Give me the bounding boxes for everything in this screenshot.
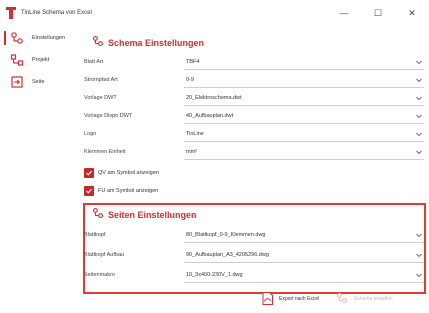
field-underline: [184, 159, 424, 160]
field-value: 20_Elektroschema.dwt: [186, 95, 242, 101]
field-klemmen-einheit[interactable]: Klemmen Einheit mm²: [84, 146, 424, 160]
field-value: mm²: [186, 149, 197, 155]
sidebar-item-seite[interactable]: Seite: [0, 72, 74, 92]
field-label: Seitenmakro: [84, 272, 115, 278]
main-panel: Schema Einstellungen Blatt Art TBF4 Stro…: [74, 26, 429, 313]
export-excel-label: Export nach Excel: [279, 296, 320, 302]
field-underline: [184, 242, 424, 243]
field-logo[interactable]: Logo TinLine: [84, 128, 424, 142]
chevron-down-icon[interactable]: [415, 251, 423, 259]
sidebar-item-label: Projekt: [32, 57, 50, 63]
field-vorlage-dispo-dwt[interactable]: Vorlage Dispo DWT 40_Aufbauplan.dwt: [84, 110, 424, 124]
seiten-section-title: Seiten Einstellungen: [108, 210, 197, 220]
field-underline: [184, 105, 424, 106]
app-logo-icon: [6, 7, 16, 19]
chevron-down-icon[interactable]: [415, 130, 423, 138]
field-strompfad-art[interactable]: Strompfad Art 0-9: [84, 74, 424, 88]
schema-section-title: Schema Einstellungen: [108, 38, 205, 48]
export-excel-button[interactable]: Export nach Excel: [262, 291, 320, 307]
field-label: Logo: [84, 131, 97, 137]
sidebar-item-label: Seite: [32, 79, 45, 85]
title-bar: TinLine Schema von Excel — ☐ ✕: [0, 0, 429, 26]
field-vorlage-dwt[interactable]: Vorlage DWT 20_Elektroschema.dwt: [84, 92, 424, 106]
field-label: Blattkopf Aufbau: [84, 252, 125, 258]
seiten-section-header: Seiten Einstellungen: [92, 206, 197, 224]
nodes-disabled-icon: [336, 292, 348, 306]
field-label: Blatt Art: [84, 59, 104, 65]
chevron-down-icon[interactable]: [415, 231, 423, 239]
field-label: Klemmen Einheit: [84, 149, 126, 155]
window-controls: — ☐ ✕: [327, 0, 429, 26]
field-blattkopf[interactable]: Blattkopf 80_Blattkopf_0-9_Klemmen.dwg: [84, 229, 424, 243]
field-seitenmakro[interactable]: Seitenmakro 10_3x400-230V_1.dwg: [84, 269, 424, 283]
chevron-down-icon[interactable]: [415, 76, 423, 84]
field-underline: [184, 69, 424, 70]
checkbox-label: QV am Symbol anzeigen: [98, 170, 159, 176]
field-blattkopf-aufbau[interactable]: Blattkopf Aufbau 90_Aufbauplan_A3_420529…: [84, 249, 424, 263]
field-value: 90_Aufbauplan_A3_4205296.dwg: [186, 252, 269, 258]
chevron-down-icon[interactable]: [415, 148, 423, 156]
project-tree-icon: [10, 53, 24, 67]
chevron-down-icon[interactable]: [415, 112, 423, 120]
field-underline: [184, 262, 424, 263]
create-schema-label: Schema erstellen: [354, 296, 393, 302]
page-arrow-icon: [10, 75, 24, 89]
maximize-button[interactable]: ☐: [361, 0, 395, 26]
chevron-down-icon[interactable]: [415, 271, 423, 279]
field-label: Vorlage DWT: [84, 95, 117, 101]
checkbox-fu-symbol[interactable]: FU am Symbol anzeigen: [84, 185, 158, 197]
field-value: 80_Blattkopf_0-9_Klemmen.dwg: [186, 232, 266, 238]
field-label: Strompfad Art: [84, 77, 118, 83]
checkbox-label: FU am Symbol anzeigen: [98, 188, 159, 194]
section-nodes-icon: [92, 206, 104, 224]
create-schema-button[interactable]: Schema erstellen: [336, 292, 393, 306]
minimize-button[interactable]: —: [327, 0, 361, 26]
field-value: 0-9: [186, 77, 194, 83]
sidebar-item-projekt[interactable]: Projekt: [0, 50, 74, 70]
chevron-down-icon[interactable]: [415, 94, 423, 102]
field-blatt-art[interactable]: Blatt Art TBF4: [84, 56, 424, 70]
chevron-down-icon[interactable]: [415, 58, 423, 66]
field-value: TinLine: [186, 131, 204, 137]
schema-section-header: Schema Einstellungen: [92, 34, 204, 52]
field-value: 10_3x400-230V_1.dwg: [186, 272, 243, 278]
sidebar: Einstellungen Projekt Seite: [0, 26, 74, 313]
field-underline: [184, 87, 424, 88]
field-label: Blattkopf: [84, 232, 106, 238]
close-button[interactable]: ✕: [395, 0, 429, 26]
checkbox-checked-icon[interactable]: [84, 186, 94, 196]
pdf-export-icon: [262, 291, 273, 307]
field-underline: [184, 141, 424, 142]
field-value: TBF4: [186, 59, 200, 65]
checkbox-checked-icon[interactable]: [84, 168, 94, 178]
field-underline: [184, 123, 424, 124]
sidebar-item-label: Einstellungen: [32, 35, 66, 41]
field-underline: [184, 282, 424, 283]
checkbox-qv-symbol[interactable]: QV am Symbol anzeigen: [84, 167, 159, 179]
settings-nodes-icon: [10, 31, 24, 45]
field-value: 40_Aufbauplan.dwt: [186, 113, 234, 119]
field-label: Vorlage Dispo DWT: [84, 113, 133, 119]
sidebar-item-einstellungen[interactable]: Einstellungen: [0, 28, 74, 48]
window-title: TinLine Schema von Excel: [21, 10, 92, 16]
section-nodes-icon: [92, 34, 104, 52]
